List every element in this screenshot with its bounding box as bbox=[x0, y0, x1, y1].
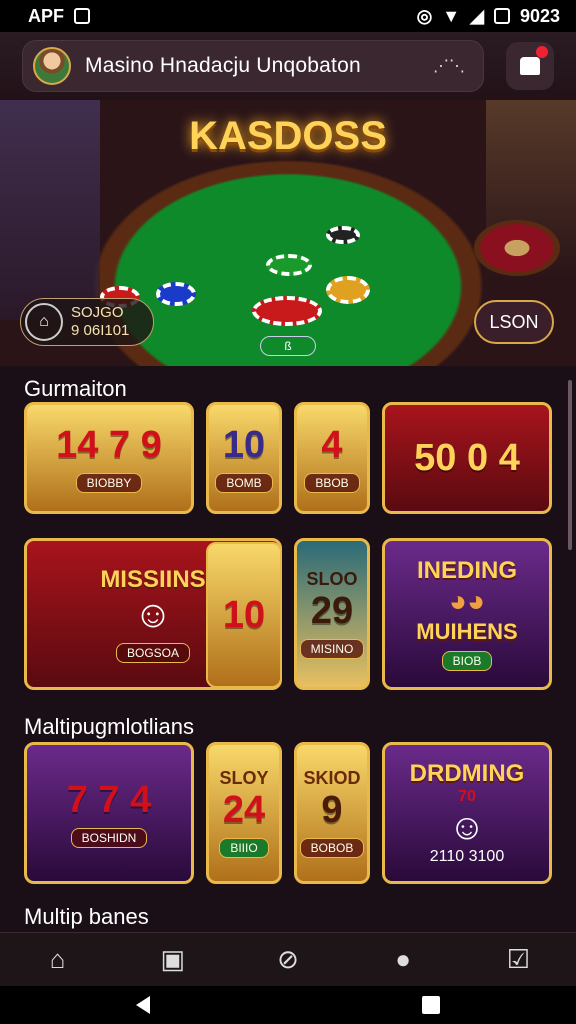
game-tile[interactable]: INEDING ◕◕ MUIHENS BIOB bbox=[382, 538, 552, 690]
section-title: Gurmaiton bbox=[24, 376, 127, 401]
game-tile[interactable]: DRDMING 70 ☺ 2110 3100 bbox=[382, 742, 552, 884]
compass-icon[interactable]: ⊘ bbox=[266, 938, 310, 982]
chat-icon[interactable]: ☑ bbox=[496, 938, 540, 982]
vibrate-icon: ◎ bbox=[416, 5, 433, 26]
tile-label: BIOBBY bbox=[75, 472, 143, 493]
roulette-icon bbox=[474, 220, 560, 276]
avatar[interactable] bbox=[33, 47, 71, 85]
tile-label: BOMB bbox=[215, 472, 273, 493]
profile-icon[interactable]: ● bbox=[381, 938, 425, 982]
tile-heading: DRDMING bbox=[409, 760, 525, 787]
character-icon: ☺ bbox=[448, 806, 486, 847]
game-tile[interactable]: 10 bbox=[206, 542, 282, 688]
game-tile[interactable]: 7 7 4 BOSHIDN bbox=[24, 742, 194, 884]
tile-number: 10 bbox=[222, 593, 266, 636]
dots-trend-icon[interactable]: ⋰⋱ bbox=[433, 56, 465, 76]
game-tile[interactable]: 10 BOMB bbox=[206, 402, 282, 514]
tile-number: 4 bbox=[321, 423, 343, 466]
chip-icon bbox=[252, 296, 322, 326]
image-icon[interactable]: ▣ bbox=[151, 938, 195, 982]
tile-heading: SLOO bbox=[306, 569, 358, 589]
tile-label: BOGSOA bbox=[115, 642, 190, 663]
bell-icon bbox=[520, 57, 540, 75]
game-tile[interactable]: 50 0 4 bbox=[382, 402, 552, 514]
wifi-icon: ▼ bbox=[442, 5, 461, 26]
tile-number: 9 bbox=[321, 789, 343, 831]
tile-label: BOBOB bbox=[299, 838, 365, 858]
game-tile[interactable]: 14 7 9 BIOBBY bbox=[24, 402, 194, 514]
system-nav-bar bbox=[0, 986, 576, 1024]
game-tile[interactable]: SKIOD 9 BOBOB bbox=[294, 742, 370, 884]
tile-number: 29 bbox=[310, 590, 354, 632]
chip-icon bbox=[266, 254, 312, 276]
hero-action-button[interactable]: LSON bbox=[474, 300, 554, 344]
tile-numbers: 14 7 9 bbox=[56, 423, 162, 466]
tile-heading: MISSIINS bbox=[100, 565, 206, 593]
section-title: Multip banes bbox=[24, 904, 149, 929]
tile-label: 2110 3100 bbox=[429, 848, 505, 865]
tile-heading: INEDING bbox=[416, 557, 517, 584]
hero-banner[interactable]: KASDOSS ⌂ SOJGO 9 06I101 LSON ß bbox=[0, 100, 576, 366]
back-icon[interactable] bbox=[136, 996, 150, 1014]
game-tile[interactable]: SLOO 29 MISINO bbox=[294, 538, 370, 690]
tile-label: BBOB bbox=[304, 472, 360, 493]
house-icon: ⌂ bbox=[25, 303, 63, 341]
chip-icon bbox=[156, 282, 196, 306]
chip-icon bbox=[326, 276, 370, 304]
tile-heading: SKIOD bbox=[303, 768, 361, 788]
hero-title: KASDOSS bbox=[189, 114, 387, 158]
bottom-nav: ⌂ ▣ ⊘ ● ☑ bbox=[0, 932, 576, 986]
game-tile[interactable]: SLOY 24 BIIIO bbox=[206, 742, 282, 884]
character-icon: ☺ bbox=[133, 593, 173, 636]
animal-icon: ◕◕ bbox=[448, 585, 486, 618]
tile-numbers: 50 0 4 bbox=[414, 436, 520, 479]
tile-badge: 70 bbox=[458, 788, 476, 805]
battery-icon bbox=[493, 8, 510, 24]
tile-label: BIOB bbox=[441, 651, 493, 671]
status-bar: APF ◎ ▼ ◢ 9023 bbox=[0, 0, 576, 32]
game-tile[interactable]: 4 BBOB bbox=[294, 402, 370, 514]
scrollbar[interactable] bbox=[568, 380, 572, 550]
tile-number: 24 bbox=[222, 789, 266, 831]
hero-pill-line2: 9 06I101 bbox=[71, 322, 130, 339]
hero-info-pill[interactable]: ⌂ SOJGO 9 06I101 bbox=[20, 298, 154, 346]
hero-indicator: ß bbox=[260, 336, 316, 356]
header-title-pill[interactable]: Masino Hnadacju Unqobaton ⋰⋱ bbox=[22, 40, 484, 92]
tile-subheading: MUIHENS bbox=[416, 619, 518, 644]
signal-icon: ◢ bbox=[470, 5, 484, 26]
notification-button[interactable] bbox=[506, 42, 554, 90]
app-header: Masino Hnadacju Unqobaton ⋰⋱ bbox=[0, 32, 576, 100]
tile-label: BOSHIDN bbox=[70, 827, 148, 848]
home-icon[interactable]: ⌂ bbox=[36, 938, 80, 982]
hero-pill-line1: SOJGO bbox=[71, 304, 124, 321]
tile-numbers: 7 7 4 bbox=[66, 778, 152, 821]
notification-icon bbox=[74, 8, 90, 24]
tile-label: BIIIO bbox=[219, 838, 269, 858]
tile-heading: SLOY bbox=[219, 768, 269, 788]
section-title: Maltipugmlotlians bbox=[24, 714, 194, 739]
tile-label: MISINO bbox=[299, 639, 365, 659]
recents-icon[interactable] bbox=[422, 996, 440, 1014]
notification-badge bbox=[536, 46, 548, 58]
status-time: 9023 bbox=[519, 5, 560, 26]
chip-icon bbox=[326, 226, 360, 244]
page-title: Masino Hnadacju Unqobaton bbox=[85, 54, 361, 77]
tile-number: 10 bbox=[222, 423, 266, 466]
status-app-text: APF bbox=[28, 5, 64, 26]
